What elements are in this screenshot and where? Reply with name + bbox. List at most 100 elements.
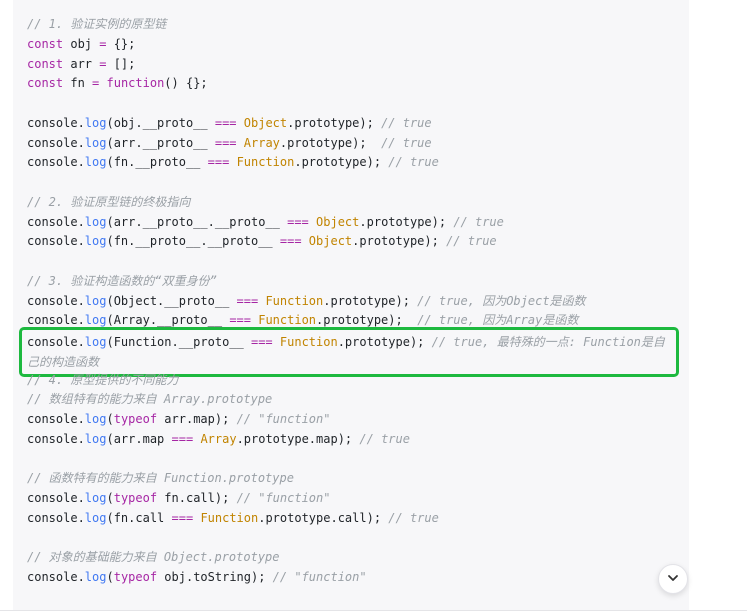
code-token: log <box>84 313 107 328</box>
code-token: // 4. 原型提供的不同能力 <box>27 372 179 387</box>
code-token: Function <box>258 313 317 328</box>
code-line: console.log(typeof obj.toString); // "fu… <box>27 567 367 587</box>
code-token: // 函数特有的能力来自 Function.prototype <box>27 471 294 486</box>
code-token: log <box>84 570 107 584</box>
code-token: typeof <box>113 570 158 584</box>
code-token: console. <box>27 214 85 229</box>
code-token: // "function" <box>236 491 331 505</box>
code-token: Function <box>200 510 259 525</box>
code-token: typeof <box>113 491 158 505</box>
code-token: (obj.__proto__ <box>106 115 215 130</box>
code-token: // true <box>359 431 410 446</box>
code-line: const obj = {}; <box>27 34 135 54</box>
code-line: const arr = []; <box>27 54 135 74</box>
code-token: .prototype.call); <box>258 510 389 525</box>
code-token: console. <box>27 491 85 505</box>
code-token: // true, 因为Object是函数 <box>417 293 586 308</box>
scroll-down-button[interactable] <box>658 564 688 594</box>
code-token: arr.map); <box>157 412 237 426</box>
code-line: console.log(arr.map === Array.prototype.… <box>27 429 410 449</box>
code-line: console.log(typeof fn.call); // "functio… <box>27 488 330 508</box>
code-token: log <box>84 491 107 505</box>
code-token: // true <box>388 155 439 170</box>
code-token: .prototype); <box>359 214 454 229</box>
code-token: // true <box>446 234 497 249</box>
code-line: console.log(Array.__proto__ === Function… <box>27 310 578 330</box>
code-token: // 对象的基础能力来自 Object.prototype <box>27 550 280 565</box>
code-token: log <box>84 510 107 525</box>
code-token: // true, 因为Array是函数 <box>417 313 579 328</box>
code-token: === <box>287 214 309 229</box>
code-token: Object <box>243 115 288 130</box>
code-token: Array <box>200 431 237 446</box>
code-token: ( <box>106 491 114 505</box>
code-line: console.log(Object.__proto__ === Functio… <box>27 291 586 311</box>
code-token: .prototype.map); <box>236 431 360 446</box>
code-token: // 3. 验证构造函数的“双重身份” <box>27 273 217 288</box>
code-token: obj <box>63 36 100 51</box>
code-token: Object <box>316 214 360 229</box>
code-line: // 数组特有的能力来自 Array.prototype <box>27 389 272 409</box>
code-line: // 1. 验证实例的原型链 <box>27 14 166 34</box>
code-token: log <box>84 431 107 446</box>
code-token: // "function" <box>272 570 367 584</box>
code-token: console. <box>27 510 85 525</box>
code-token: typeof <box>113 412 158 426</box>
code-token: === <box>229 313 251 328</box>
code-token: log <box>84 293 107 308</box>
code-token: (arr.__proto__ <box>106 135 215 150</box>
code-token: Array <box>243 135 280 150</box>
code-token: .prototype); <box>279 135 382 150</box>
code-token: // 2. 验证原型链的终极指向 <box>27 194 191 209</box>
code-token: .prototype); <box>352 234 447 249</box>
code-line: // 3. 验证构造函数的“双重身份” <box>27 271 217 291</box>
code-token: (arr.map <box>106 431 172 446</box>
code-line: console.log(fn.__proto__ === Function.pr… <box>27 152 439 172</box>
code-token: // "function" <box>236 412 331 426</box>
code-token: []; <box>106 56 136 71</box>
code-token: (Array.__proto__ <box>106 313 230 328</box>
code-line: console.log(arr.__proto__.__proto__ === … <box>27 212 504 232</box>
code-token: // 1. 验证实例的原型链 <box>27 17 167 31</box>
chevron-down-icon <box>666 570 680 589</box>
code-token: log <box>84 214 107 229</box>
code-token: () {}; <box>164 76 208 91</box>
code-token: .prototype); <box>316 313 418 328</box>
code-token: Object <box>308 234 353 249</box>
code-token: log <box>84 335 107 349</box>
code-line: console.log(arr.__proto__ === Array.prot… <box>27 133 432 153</box>
code-token: obj.toString); <box>157 570 273 584</box>
code-token: (Function.__proto__ <box>106 335 251 349</box>
code-token: {}; <box>106 36 136 51</box>
code-token: console. <box>27 431 85 446</box>
code-token: .prototype); <box>337 335 432 349</box>
code-token: ( <box>106 570 114 584</box>
code-token: .prototype); <box>323 293 418 308</box>
input-area-edge <box>0 610 747 615</box>
code-token: console. <box>27 115 85 130</box>
code-line: // 2. 验证原型链的终极指向 <box>27 192 190 212</box>
code-token: const <box>27 36 64 51</box>
code-line: console.log(obj.__proto__ === Object.pro… <box>27 113 432 133</box>
code-token: (Object.__proto__ <box>106 293 237 308</box>
code-token: Function <box>265 293 324 308</box>
code-line: console.log(fn.call === Function.prototy… <box>27 508 439 528</box>
code-line: // 4. 原型提供的不同能力 <box>27 370 178 390</box>
code-line: // 函数特有的能力来自 Function.prototype <box>27 468 294 488</box>
code-token: (arr.__proto__.__proto__ <box>106 214 288 229</box>
code-token: log <box>84 155 107 170</box>
code-token: fn.call); <box>157 491 237 505</box>
code-token: .prototype); <box>287 115 382 130</box>
code-line: console.log(fn.__proto__.__proto__ === O… <box>27 231 497 251</box>
code-token: === <box>171 510 194 525</box>
code-token: Function <box>236 155 295 170</box>
code-token: log <box>84 234 107 249</box>
code-token: // true <box>381 135 432 150</box>
